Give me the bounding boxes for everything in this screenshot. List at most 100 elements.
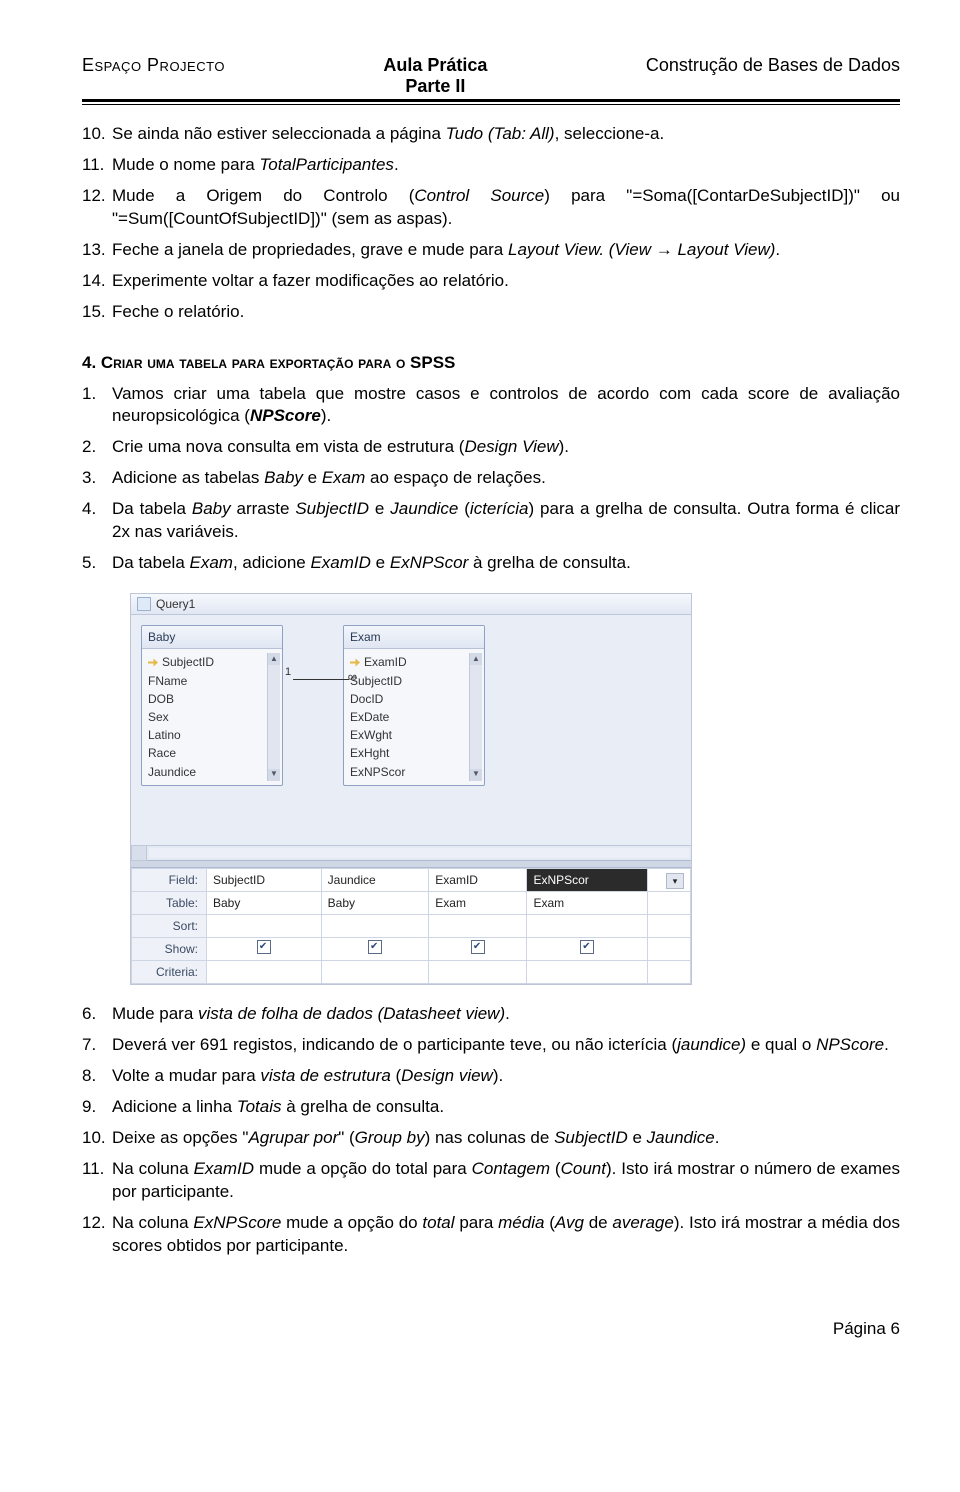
scrollbar[interactable]: ▲▼ [267,653,280,780]
exam-field[interactable]: ExWght [350,726,467,744]
num: 10. [82,1127,112,1150]
txt: Experimente voltar a fazer modificações … [112,270,900,293]
section-bold: SPSS [405,353,455,372]
txt: Adicione a linha Totais à grelha de cons… [112,1096,900,1119]
baby-field[interactable]: Race [148,744,265,762]
baby-field[interactable]: Latino [148,726,265,744]
header-center-1: Aula Prática [383,55,487,75]
num: 10. [82,123,112,146]
checkbox-icon[interactable] [368,940,382,954]
query-tab-label: Query1 [156,596,195,612]
num: 3. [82,467,112,490]
num: 15. [82,301,112,324]
content: 10.Se ainda não estiver seleccionada a p… [82,123,900,1341]
key-icon [350,658,360,668]
splitter[interactable] [131,860,691,868]
txt: Crie uma nova consulta em vista de estru… [112,436,900,459]
section-4-title: 4. Criar uma tabela para exportação para… [82,352,900,375]
header-center-2: Parte II [405,76,465,96]
baby-field[interactable]: Sex [148,708,265,726]
exam-field[interactable]: SubjectID [350,672,467,690]
query-tab-icon [137,597,151,611]
exam-field[interactable]: ExHght [350,744,467,762]
grid-cell[interactable] [648,938,691,961]
exam-field[interactable]: ExNPScor [350,763,467,781]
checkbox-icon[interactable] [471,940,485,954]
grid-cell[interactable] [648,961,691,984]
grid-cell[interactable]: SubjectID [207,869,322,892]
grid-cell[interactable]: Exam [527,892,648,915]
grid-cell[interactable] [321,938,429,961]
grid-cell-selected[interactable]: ExNPScor [527,869,648,892]
h-scrollbar[interactable] [131,845,691,860]
baby-field[interactable]: SubjectID [148,653,265,671]
grid-cell[interactable] [429,915,527,938]
query-tab[interactable]: Query1 [131,594,691,615]
txt: Mude para vista de folha de dados (Datas… [112,1003,900,1026]
grid-cell[interactable]: Exam [429,892,527,915]
dropdown-icon[interactable]: ▾ [666,873,684,889]
baby-field[interactable]: FName [148,672,265,690]
query-grid[interactable]: Field: SubjectID Jaundice ExamID ExNPSco… [131,868,691,984]
num: 14. [82,270,112,293]
baby-field[interactable]: Jaundice [148,763,265,781]
grid-cell[interactable] [207,961,322,984]
grid-cell[interactable] [527,961,648,984]
scroll-down-icon[interactable]: ▼ [470,769,482,781]
header-rule [82,99,900,105]
grid-cell[interactable] [321,915,429,938]
list-a: 10.Se ainda não estiver seleccionada a p… [82,123,900,324]
scroll-down-icon[interactable]: ▼ [268,769,280,781]
num: 2. [82,436,112,459]
checkbox-icon[interactable] [257,940,271,954]
grid-cell[interactable]: Baby [207,892,322,915]
txt: Na coluna ExNPScore mude a opção do tota… [112,1212,900,1258]
scrollbar[interactable]: ▲▼ [469,653,482,780]
grid-cell[interactable]: Jaundice [321,869,429,892]
num: 11. [82,154,112,177]
page-footer: Página 6 [82,1318,900,1341]
grid-cell[interactable] [429,961,527,984]
grid-cell[interactable]: Baby [321,892,429,915]
list-c: 6.Mude para vista de folha de dados (Dat… [82,1003,900,1257]
table-baby-title: Baby [142,626,282,649]
baby-field[interactable]: DOB [148,690,265,708]
table-baby[interactable]: Baby SubjectID FName DOB Sex Latino Race… [141,625,283,786]
grid-cell[interactable] [207,915,322,938]
scroll-up-icon[interactable]: ▲ [470,653,482,665]
txt: Na coluna ExamID mude a opção do total p… [112,1158,900,1204]
grid-cell[interactable] [527,915,648,938]
section-num: 4. [82,353,101,372]
grid-cell[interactable] [429,938,527,961]
txt: Se ainda não estiver seleccionada a pági… [112,123,900,146]
relationship-pane[interactable]: Baby SubjectID FName DOB Sex Latino Race… [131,615,691,845]
num: 1. [82,383,112,429]
exam-field[interactable]: DocID [350,690,467,708]
num: 12. [82,1212,112,1258]
txt: Volte a mudar para vista de estrutura (D… [112,1065,900,1088]
num: 12. [82,185,112,231]
record-selector-icon[interactable] [131,845,147,861]
checkbox-icon[interactable] [580,940,594,954]
key-icon [148,658,158,668]
table-exam-title: Exam [344,626,484,649]
grid-cell[interactable] [321,961,429,984]
exam-field[interactable]: ExDate [350,708,467,726]
grid-cell[interactable] [527,938,648,961]
section-text: Criar uma tabela para exportação para o [101,353,405,372]
scroll-up-icon[interactable]: ▲ [268,653,280,665]
grid-cell[interactable] [648,892,691,915]
relationship-line[interactable] [293,679,349,680]
header-center: Aula Prática Parte II [383,55,487,97]
grid-cell[interactable]: ▾ [648,869,691,892]
page-header: Espaço Projecto Aula Prática Parte II Co… [82,55,900,97]
header-left: Espaço Projecto [82,55,225,76]
exam-field[interactable]: ExamID [350,653,467,671]
table-exam[interactable]: Exam ExamID SubjectID DocID ExDate ExWgh… [343,625,485,786]
num: 5. [82,552,112,575]
grid-cell[interactable]: ExamID [429,869,527,892]
num: 13. [82,239,112,262]
grid-cell[interactable] [207,938,322,961]
grid-cell[interactable] [648,915,691,938]
num: 4. [82,498,112,544]
